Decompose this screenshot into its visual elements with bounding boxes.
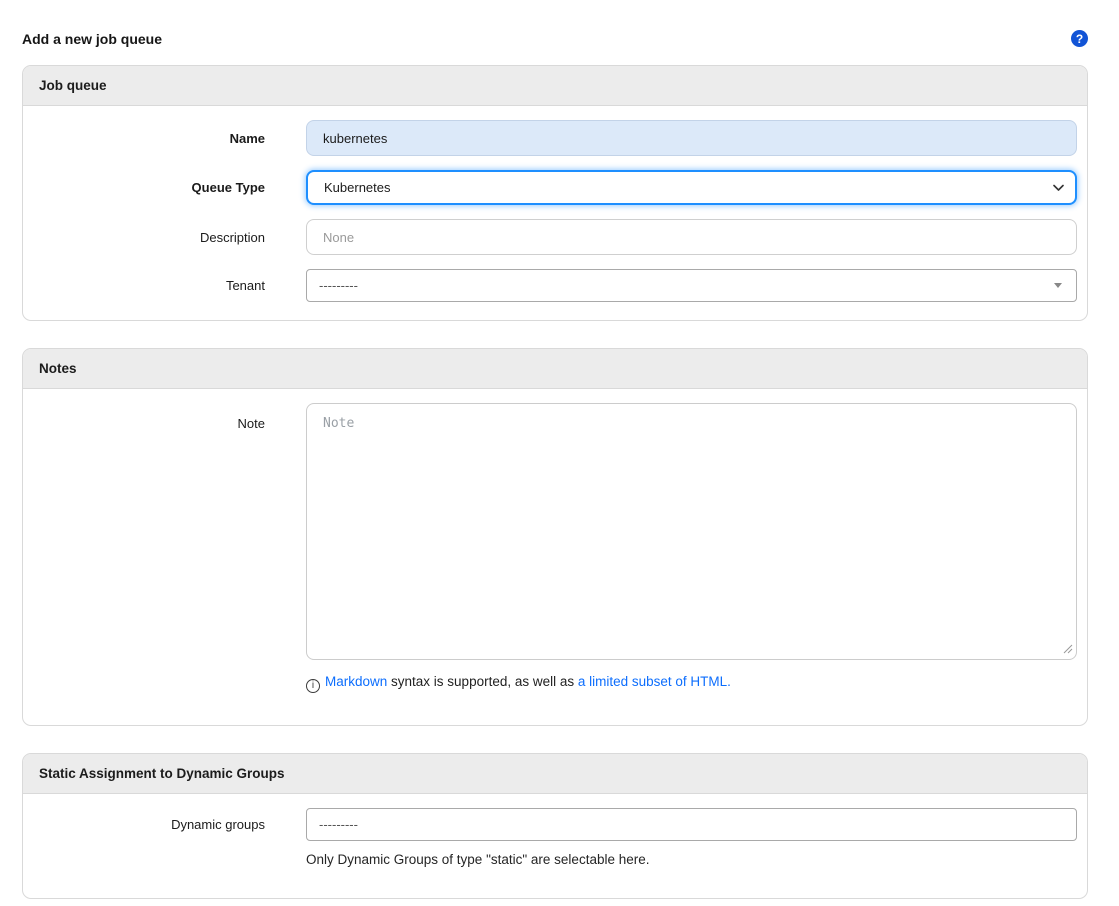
form-row-tenant: Tenant ---------: [23, 269, 1077, 302]
section-notes-body: Note i Markdown syntax is supported, as w…: [23, 389, 1087, 725]
name-label: Name: [23, 131, 306, 146]
queue-type-field: Kubernetes: [306, 170, 1077, 205]
section-static-assignment-header: Static Assignment to Dynamic Groups: [23, 754, 1087, 794]
form-row-name: Name: [23, 120, 1077, 156]
html-subset-link[interactable]: a limited subset of HTML.: [578, 674, 731, 689]
add-job-queue-page: Add a new job queue ? Job queue Name Que…: [22, 0, 1088, 899]
description-label: Description: [23, 230, 306, 245]
queue-type-label: Queue Type: [23, 180, 306, 195]
name-input[interactable]: [306, 120, 1077, 156]
dynamic-groups-select-value: ---------: [319, 817, 358, 832]
markdown-link[interactable]: Markdown: [325, 674, 387, 689]
note-field: [306, 403, 1077, 660]
form-row-queue-type: Queue Type Kubernetes: [23, 170, 1077, 205]
description-input[interactable]: [306, 219, 1077, 255]
dynamic-groups-field: --------- Only Dynamic Groups of type "s…: [306, 808, 1077, 867]
tenant-field: ---------: [306, 269, 1077, 302]
form-row-description: Description: [23, 219, 1077, 255]
page-title: Add a new job queue: [22, 31, 162, 47]
dropdown-arrow-icon: [1054, 283, 1062, 288]
description-field: [306, 219, 1077, 255]
form-row-dynamic-groups: Dynamic groups --------- Only Dynamic Gr…: [23, 808, 1077, 867]
section-notes-header: Notes: [23, 349, 1087, 389]
tenant-select[interactable]: ---------: [306, 269, 1077, 302]
question-mark-icon: ?: [1076, 33, 1083, 45]
section-job-queue-body: Name Queue Type Kubernetes Description: [23, 106, 1087, 320]
note-label: Note: [23, 403, 306, 431]
queue-type-select[interactable]: Kubernetes: [306, 170, 1077, 205]
section-static-assignment-body: Dynamic groups --------- Only Dynamic Gr…: [23, 794, 1087, 898]
section-notes: Notes Note i Markdown syntax is supported…: [22, 348, 1088, 726]
section-job-queue-header: Job queue: [23, 66, 1087, 106]
markdown-help-text: i Markdown syntax is supported, as well a…: [306, 674, 1077, 693]
section-static-assignment: Static Assignment to Dynamic Groups Dyna…: [22, 753, 1088, 899]
info-icon: i: [306, 679, 320, 693]
page-header: Add a new job queue ?: [22, 30, 1088, 47]
name-field: [306, 120, 1077, 156]
tenant-label: Tenant: [23, 278, 306, 293]
form-row-note: Note: [23, 403, 1077, 660]
markdown-help-middle: syntax is supported, as well as: [387, 674, 578, 689]
dynamic-groups-label: Dynamic groups: [23, 808, 306, 841]
help-button[interactable]: ?: [1071, 30, 1088, 47]
note-textarea[interactable]: [306, 403, 1077, 660]
tenant-select-value: ---------: [319, 278, 358, 293]
dynamic-groups-select[interactable]: ---------: [306, 808, 1077, 841]
dynamic-groups-helptext: Only Dynamic Groups of type "static" are…: [306, 852, 1077, 867]
section-job-queue: Job queue Name Queue Type Kubernetes: [22, 65, 1088, 321]
